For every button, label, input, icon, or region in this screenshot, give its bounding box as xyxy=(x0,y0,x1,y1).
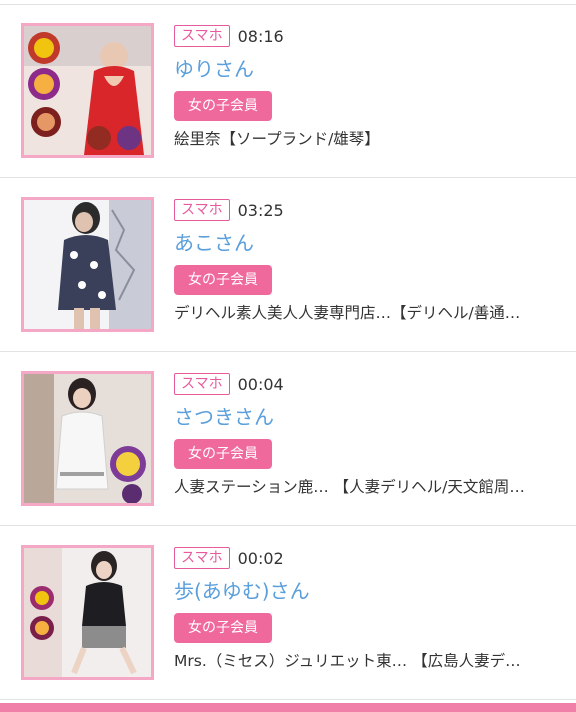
shop-link[interactable]: Mrs.（ミセス）ジュリエット東… 【広島人妻デ… xyxy=(174,650,566,672)
member-badge: 女の子会員 xyxy=(174,265,272,295)
device-badge: スマホ xyxy=(174,199,230,221)
girl-name-link[interactable]: ゆりさん xyxy=(174,56,566,82)
post-info: スマホ 00:02 歩(あゆむ)さん 女の子会員 Mrs.（ミセス）ジュリエット… xyxy=(174,545,566,672)
device-badge: スマホ xyxy=(174,25,230,47)
profile-photo-white-dress-icon xyxy=(24,374,151,503)
device-badge: スマホ xyxy=(174,373,230,395)
member-badge: 女の子会員 xyxy=(174,91,272,121)
bottom-bar xyxy=(0,703,576,712)
member-badge: 女の子会員 xyxy=(174,613,272,643)
list-item[interactable]: スマホ 00:02 歩(あゆむ)さん 女の子会員 Mrs.（ミセス）ジュリエット… xyxy=(0,526,576,700)
list-item[interactable]: スマホ 00:04 さつきさん 女の子会員 人妻ステーション鹿… 【人妻デリヘル… xyxy=(0,352,576,526)
thumbnail-image[interactable] xyxy=(21,23,154,158)
thumbnail-image[interactable] xyxy=(21,371,154,506)
post-time: 03:25 xyxy=(237,200,284,220)
post-meta: スマホ 00:02 xyxy=(174,545,566,571)
post-time: 00:04 xyxy=(237,374,284,394)
post-meta: スマホ 03:25 xyxy=(174,197,566,223)
profile-photo-floral-dress-icon xyxy=(24,200,151,329)
post-meta: スマホ 00:04 xyxy=(174,371,566,397)
list-item[interactable]: スマホ 03:25 あこさん 女の子会員 デリヘル素人美人人妻専門店…【デリヘル… xyxy=(0,178,576,352)
shop-link[interactable]: デリヘル素人美人人妻専門店…【デリヘル/善通… xyxy=(174,302,566,324)
post-info: スマホ 00:04 さつきさん 女の子会員 人妻ステーション鹿… 【人妻デリヘル… xyxy=(174,371,566,498)
post-time: 08:16 xyxy=(237,26,284,46)
shop-link[interactable]: 人妻ステーション鹿… 【人妻デリヘル/天文館周… xyxy=(174,476,566,498)
profile-photo-black-outfit-icon xyxy=(24,548,151,677)
post-meta: スマホ 08:16 xyxy=(174,23,566,49)
list-item[interactable]: スマホ 08:16 ゆりさん 女の子会員 絵里奈【ソープランド/雄琴】 xyxy=(0,4,576,178)
thumbnail-image[interactable] xyxy=(21,545,154,680)
girl-name-link[interactable]: 歩(あゆむ)さん xyxy=(174,578,566,604)
shop-link[interactable]: 絵里奈【ソープランド/雄琴】 xyxy=(174,128,566,150)
thumbnail-image[interactable] xyxy=(21,197,154,332)
post-time: 00:02 xyxy=(237,548,284,568)
post-list: スマホ 08:16 ゆりさん 女の子会員 絵里奈【ソープランド/雄琴】 スマホ … xyxy=(0,4,576,700)
device-badge: スマホ xyxy=(174,547,230,569)
post-info: スマホ 03:25 あこさん 女の子会員 デリヘル素人美人人妻専門店…【デリヘル… xyxy=(174,197,566,324)
girl-name-link[interactable]: さつきさん xyxy=(174,404,566,430)
girl-name-link[interactable]: あこさん xyxy=(174,230,566,256)
member-badge: 女の子会員 xyxy=(174,439,272,469)
profile-photo-red-dress-icon xyxy=(24,26,151,155)
post-info: スマホ 08:16 ゆりさん 女の子会員 絵里奈【ソープランド/雄琴】 xyxy=(174,23,566,150)
